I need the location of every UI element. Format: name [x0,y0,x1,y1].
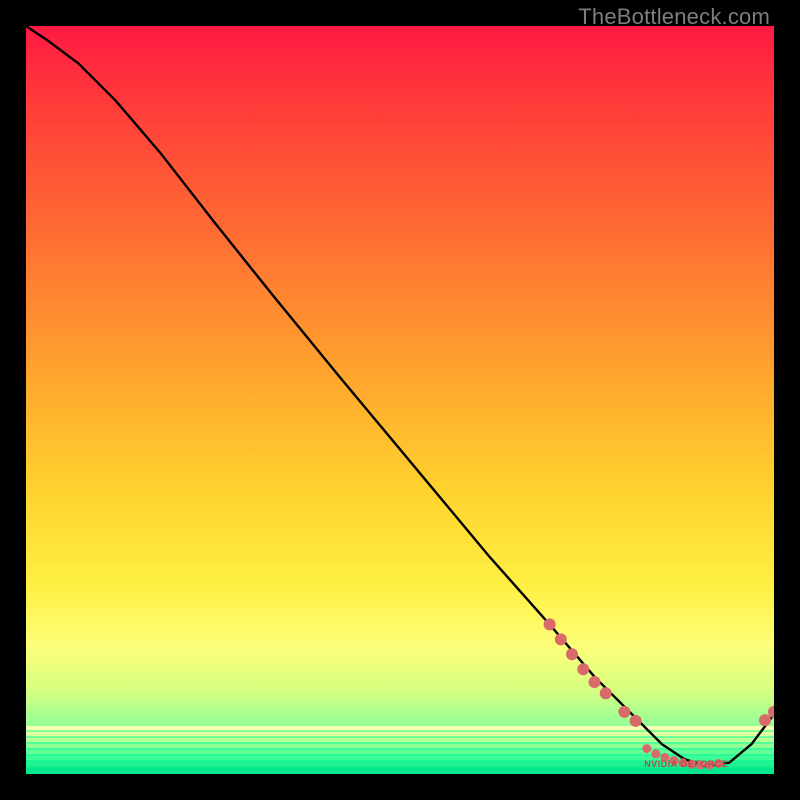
bottleneck-curve [26,26,774,767]
marker-dot [600,687,612,699]
marker-dot [544,618,556,630]
chart-stage: NVIDIA GEFORCE TheBottleneck.com [0,0,800,800]
marker-dot [577,663,589,675]
watermark-label: TheBottleneck.com [578,4,770,30]
marker-dot [618,706,630,718]
marker-dots [544,618,774,769]
marker-dot [759,714,771,726]
marker-dot [555,633,567,645]
marker-dot [566,648,578,660]
marker-dot [651,749,660,758]
marker-dot [642,744,651,753]
series-annotation: NVIDIA GEFORCE [644,759,728,769]
curve-layer [26,26,774,774]
marker-dot [589,676,601,688]
marker-dot [630,715,642,727]
plot-area: NVIDIA GEFORCE [26,26,774,774]
